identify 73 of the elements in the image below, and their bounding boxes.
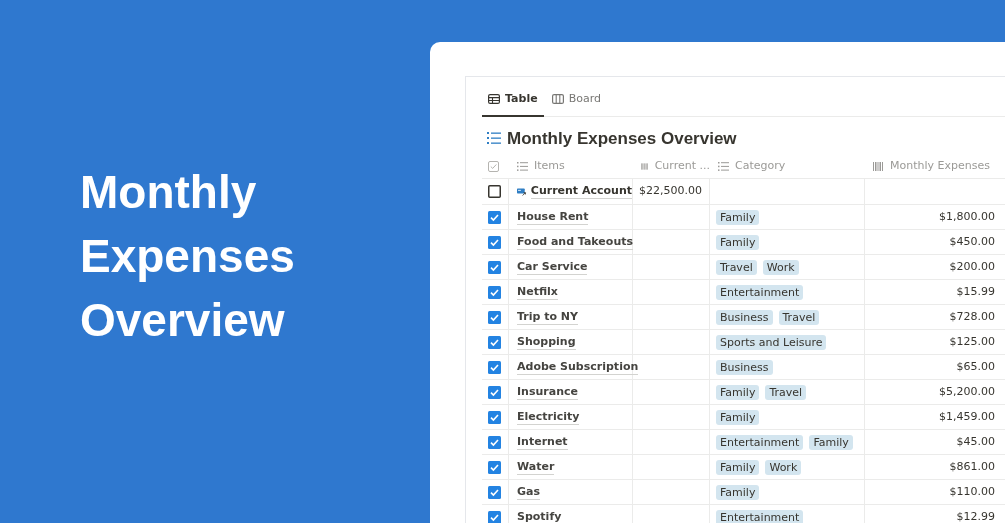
headline: Monthly Expenses Overview: [80, 164, 295, 348]
number-icon: [873, 162, 884, 171]
list-icon: [487, 132, 501, 145]
table-cell-text: $728.00: [949, 308, 995, 325]
checkbox[interactable]: [488, 360, 501, 374]
item-link[interactable]: Internet: [517, 434, 568, 450]
item-link[interactable]: Current Account: [530, 184, 632, 199]
table-cell-text: $110.00: [949, 483, 995, 500]
table-cell: $22,500.00: [639, 183, 702, 200]
category-tag: Family: [716, 234, 760, 250]
category-tag: Business: [716, 309, 773, 325]
item-link[interactable]: Electricity: [517, 409, 580, 425]
category-tag: Work: [762, 259, 799, 275]
checkbox[interactable]: [488, 310, 501, 324]
category-tag: Entertainment: [716, 434, 804, 450]
checkbox-icon: [488, 161, 499, 172]
table-cell-text: $200.00: [949, 258, 995, 275]
table-cell-text: $15.99: [956, 283, 995, 300]
category-tag: Travel: [778, 309, 820, 325]
item-link[interactable]: Shopping: [517, 334, 576, 350]
table-cell-text: $450.00: [949, 233, 995, 250]
table-cell-text: $1,459.00: [939, 408, 995, 425]
category-tag: Family: [716, 459, 760, 475]
category-tag: Family: [716, 409, 760, 425]
table-icon: [488, 94, 500, 105]
board-icon: [551, 94, 564, 105]
category-tag: Work: [765, 459, 802, 475]
checkbox[interactable]: [488, 285, 501, 299]
category-tag: Family: [809, 434, 853, 450]
category-tag: Family: [716, 384, 760, 400]
item-link[interactable]: Netfilx: [517, 284, 558, 300]
category-tag: Sports and Leisure: [716, 334, 827, 350]
checkbox[interactable]: [488, 260, 501, 274]
item-link[interactable]: Gas: [517, 484, 540, 500]
number-icon: [641, 162, 649, 171]
card-link-icon: [517, 185, 527, 198]
category-tag: Travel: [765, 384, 807, 400]
table-cell-text: $5,200.00: [939, 383, 995, 400]
table-cell-text: $45.00: [956, 433, 995, 450]
checkbox[interactable]: [488, 185, 501, 198]
checkbox[interactable]: [488, 210, 501, 224]
category-tag: Entertainment: [716, 284, 804, 300]
category-tag: Family: [716, 484, 760, 500]
item-link[interactable]: Spotify: [517, 509, 562, 523]
checkbox[interactable]: [488, 485, 501, 499]
view-tab[interactable]: Board: [545, 91, 607, 117]
view-tab[interactable]: Table: [482, 91, 544, 117]
table-cell-text: $125.00: [949, 333, 995, 350]
table-cell-text: $861.00: [949, 458, 995, 475]
checkbox[interactable]: [488, 460, 501, 474]
checkbox[interactable]: [488, 335, 501, 349]
table-title: Monthly Expenses Overview: [507, 127, 737, 150]
table-cell-text: $1,800.00: [939, 208, 995, 225]
category-tag: Family: [716, 209, 760, 225]
item-link[interactable]: Water: [517, 459, 555, 475]
checkbox[interactable]: [488, 410, 501, 424]
item-link[interactable]: House Rent: [517, 209, 589, 225]
checkbox[interactable]: [488, 510, 501, 523]
item-link[interactable]: Insurance: [517, 384, 578, 400]
table-cell-text: $65.00: [956, 358, 995, 375]
list-icon: [517, 162, 528, 171]
category-tag: Entertainment: [716, 509, 804, 523]
item-link[interactable]: Food and Takeouts: [517, 234, 634, 250]
item-link[interactable]: Trip to NY: [517, 309, 578, 325]
category-tag: Business: [716, 359, 773, 375]
item-link[interactable]: Adobe Subscription: [517, 359, 639, 375]
item-link[interactable]: Car Service: [517, 259, 588, 275]
table-cell: $12.99: [956, 508, 995, 523]
category-tag: Travel: [716, 259, 757, 275]
checkbox[interactable]: [488, 385, 501, 399]
checkbox[interactable]: [488, 435, 501, 449]
checkbox[interactable]: [488, 235, 501, 249]
list-icon: [718, 162, 729, 171]
